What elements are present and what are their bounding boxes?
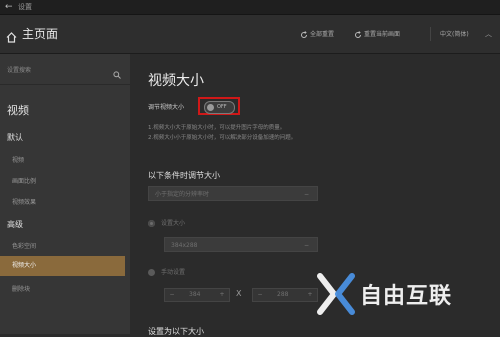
preset-size-value: 384x288: [171, 242, 198, 249]
sidebar-item-video[interactable]: 视频: [12, 155, 24, 164]
refresh-icon: [355, 30, 361, 38]
preset-size-label: 设置大小: [161, 220, 186, 227]
sidebar-item-video-effects[interactable]: 视频效果: [12, 197, 36, 206]
topbar-divider: [430, 27, 431, 41]
width-value[interactable]: 384: [189, 289, 200, 301]
video-size-toggle[interactable]: OFF: [204, 101, 235, 114]
sidebar-item-video-size[interactable]: 视频大小: [0, 256, 125, 276]
radio-icon: [148, 269, 155, 276]
increment-button[interactable]: +: [303, 289, 317, 301]
manual-size-radio[interactable]: 手动设置: [148, 267, 185, 276]
sidebar-group-advanced[interactable]: 高级: [7, 219, 23, 230]
watermark-logo-icon: [317, 273, 355, 315]
home-icon[interactable]: [6, 28, 17, 47]
search-input[interactable]: 设置搜索: [7, 65, 31, 74]
page-title: 主页面: [22, 27, 59, 41]
sidebar: 设置搜索 视频 默认 视频 画面比例 视频效果 高级 色彩空间 视频大小 删除块: [0, 54, 130, 334]
condition-select[interactable]: 小于指定的分辨率时 −: [148, 186, 318, 201]
refresh-icon: [301, 30, 307, 38]
note-line-1: 1.视频大小大于原始大小时，可以提升图片字母的质量。: [148, 125, 286, 131]
preset-size-select[interactable]: 384x288 −: [164, 237, 318, 252]
preset-size-radio[interactable]: 设置大小: [148, 218, 185, 227]
reset-all-button[interactable]: 全部重置: [300, 29, 334, 39]
reset-current-label: 重置当前画面: [364, 31, 401, 38]
note-line-2: 2.视频大小小于原始大小时，可以解决部分设备加速的问题。: [148, 135, 297, 141]
sidebar-item-deblock[interactable]: 删除块: [12, 284, 30, 293]
toggle-label: 调节视频大小: [148, 104, 185, 111]
minus-icon: −: [303, 242, 309, 249]
top-bar: 主页面 全部重置 重置当前画面 中文(简体) ︿: [0, 15, 500, 54]
watermark-text: 自由互联: [360, 284, 453, 309]
search-box[interactable]: 设置搜索: [0, 54, 130, 85]
search-icon[interactable]: [113, 64, 121, 83]
section-title: 视频大小: [148, 73, 204, 89]
height-stepper[interactable]: − 288 +: [252, 288, 318, 302]
decrement-button[interactable]: −: [165, 289, 179, 301]
watermark: 自由互联: [316, 272, 451, 320]
times-sign: X: [236, 289, 242, 298]
language-selector[interactable]: 中文(简体): [440, 29, 469, 38]
window-title: 设置: [18, 3, 32, 11]
decrement-button[interactable]: −: [253, 289, 267, 301]
chevron-up-icon[interactable]: ︿: [485, 29, 492, 39]
toggle-state: OFF: [217, 104, 227, 110]
bottom-heading: 设置为以下大小: [148, 327, 204, 336]
sidebar-group-default[interactable]: 默认: [7, 132, 23, 143]
language-label: 中文(简体): [440, 31, 469, 38]
reset-all-label: 全部重置: [310, 31, 335, 38]
width-stepper[interactable]: − 384 +: [164, 288, 230, 302]
sidebar-section-video[interactable]: 视频: [7, 102, 29, 118]
reset-current-button[interactable]: 重置当前画面: [354, 29, 400, 39]
sidebar-item-color-space[interactable]: 色彩空间: [12, 241, 36, 250]
window-titlebar: ← 设置: [0, 0, 500, 15]
toggle-knob: [207, 104, 214, 111]
height-value[interactable]: 288: [277, 289, 288, 301]
radio-icon: [148, 220, 155, 227]
condition-select-value: 小于指定的分辨率时: [155, 191, 210, 198]
back-arrow-icon[interactable]: ←: [5, 1, 13, 13]
condition-heading: 以下条件时调节大小: [148, 171, 220, 180]
increment-button[interactable]: +: [215, 289, 229, 301]
sidebar-item-aspect-ratio[interactable]: 画面比例: [12, 176, 36, 185]
minus-icon: −: [303, 191, 309, 198]
manual-size-label: 手动设置: [161, 269, 186, 276]
